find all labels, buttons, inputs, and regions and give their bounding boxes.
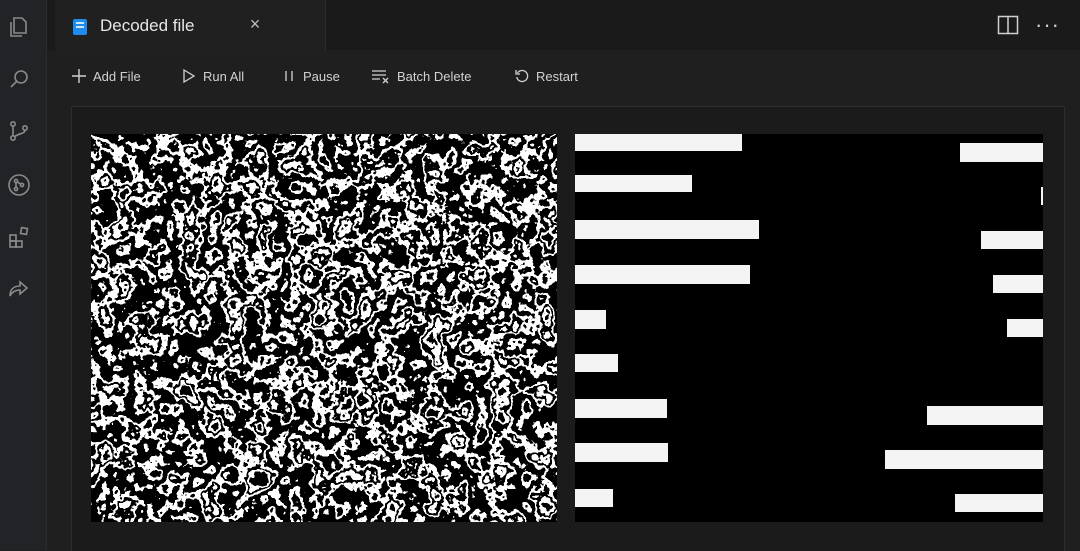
source-control-icon[interactable] <box>6 118 32 144</box>
redaction-bar <box>575 489 613 507</box>
run-all-button[interactable]: Run All <box>181 66 244 86</box>
redaction-bar <box>993 275 1043 293</box>
pause-button[interactable]: Pause <box>281 66 340 86</box>
pause-icon <box>281 68 297 84</box>
redaction-bar <box>575 443 668 462</box>
redacted-bars-image <box>575 134 1043 522</box>
redaction-bar <box>981 231 1043 249</box>
redaction-bar <box>885 450 1043 469</box>
restart-button[interactable]: Restart <box>514 66 578 86</box>
tab-decoded-file[interactable]: Decoded file × <box>55 0 326 50</box>
plus-icon <box>71 68 87 84</box>
editor-actions: ··· <box>997 10 1060 40</box>
files-icon[interactable] <box>6 14 32 40</box>
more-actions-icon[interactable]: ··· <box>1035 14 1060 36</box>
redaction-bar <box>575 265 750 284</box>
restart-label: Restart <box>536 68 578 84</box>
extensions-icon[interactable] <box>6 224 32 250</box>
batch-delete-label: Batch Delete <box>397 68 472 84</box>
activity-bar <box>0 0 47 550</box>
git-graph-icon[interactable] <box>6 172 32 198</box>
redaction-bar <box>575 220 759 239</box>
redaction-bar <box>575 354 618 372</box>
tab-bar: Decoded file × ··· <box>47 0 1080 50</box>
redaction-bar <box>575 399 667 418</box>
output-cell <box>71 106 1065 551</box>
redaction-bar <box>955 494 1043 512</box>
redaction-bar <box>575 134 742 151</box>
redaction-bar <box>927 406 1043 425</box>
split-editor-icon[interactable] <box>997 15 1019 35</box>
tab-title: Decoded file <box>100 16 195 35</box>
redaction-bar <box>1007 319 1043 337</box>
clear-all-icon <box>371 68 391 84</box>
restart-icon <box>514 68 530 84</box>
add-file-button[interactable]: Add File <box>71 66 141 86</box>
run-all-label: Run All <box>203 68 245 84</box>
noise-texture-svg <box>91 134 557 522</box>
batch-delete-button[interactable]: Batch Delete <box>371 66 471 86</box>
redaction-bar <box>960 143 1043 162</box>
search-icon[interactable] <box>6 66 32 92</box>
add-file-label: Add File <box>93 68 141 84</box>
pause-label: Pause <box>303 68 340 84</box>
share-icon[interactable] <box>6 276 32 302</box>
notebook-toolbar: Add File Run All Pause Batch Delete Rest… <box>47 52 1080 100</box>
notebook-file-icon <box>73 19 87 35</box>
redaction-bar <box>1041 187 1043 205</box>
noise-texture-image <box>91 134 557 522</box>
run-icon <box>181 68 197 84</box>
redaction-bar <box>575 175 692 192</box>
redaction-bar <box>575 310 606 329</box>
close-icon[interactable]: × <box>245 14 265 34</box>
